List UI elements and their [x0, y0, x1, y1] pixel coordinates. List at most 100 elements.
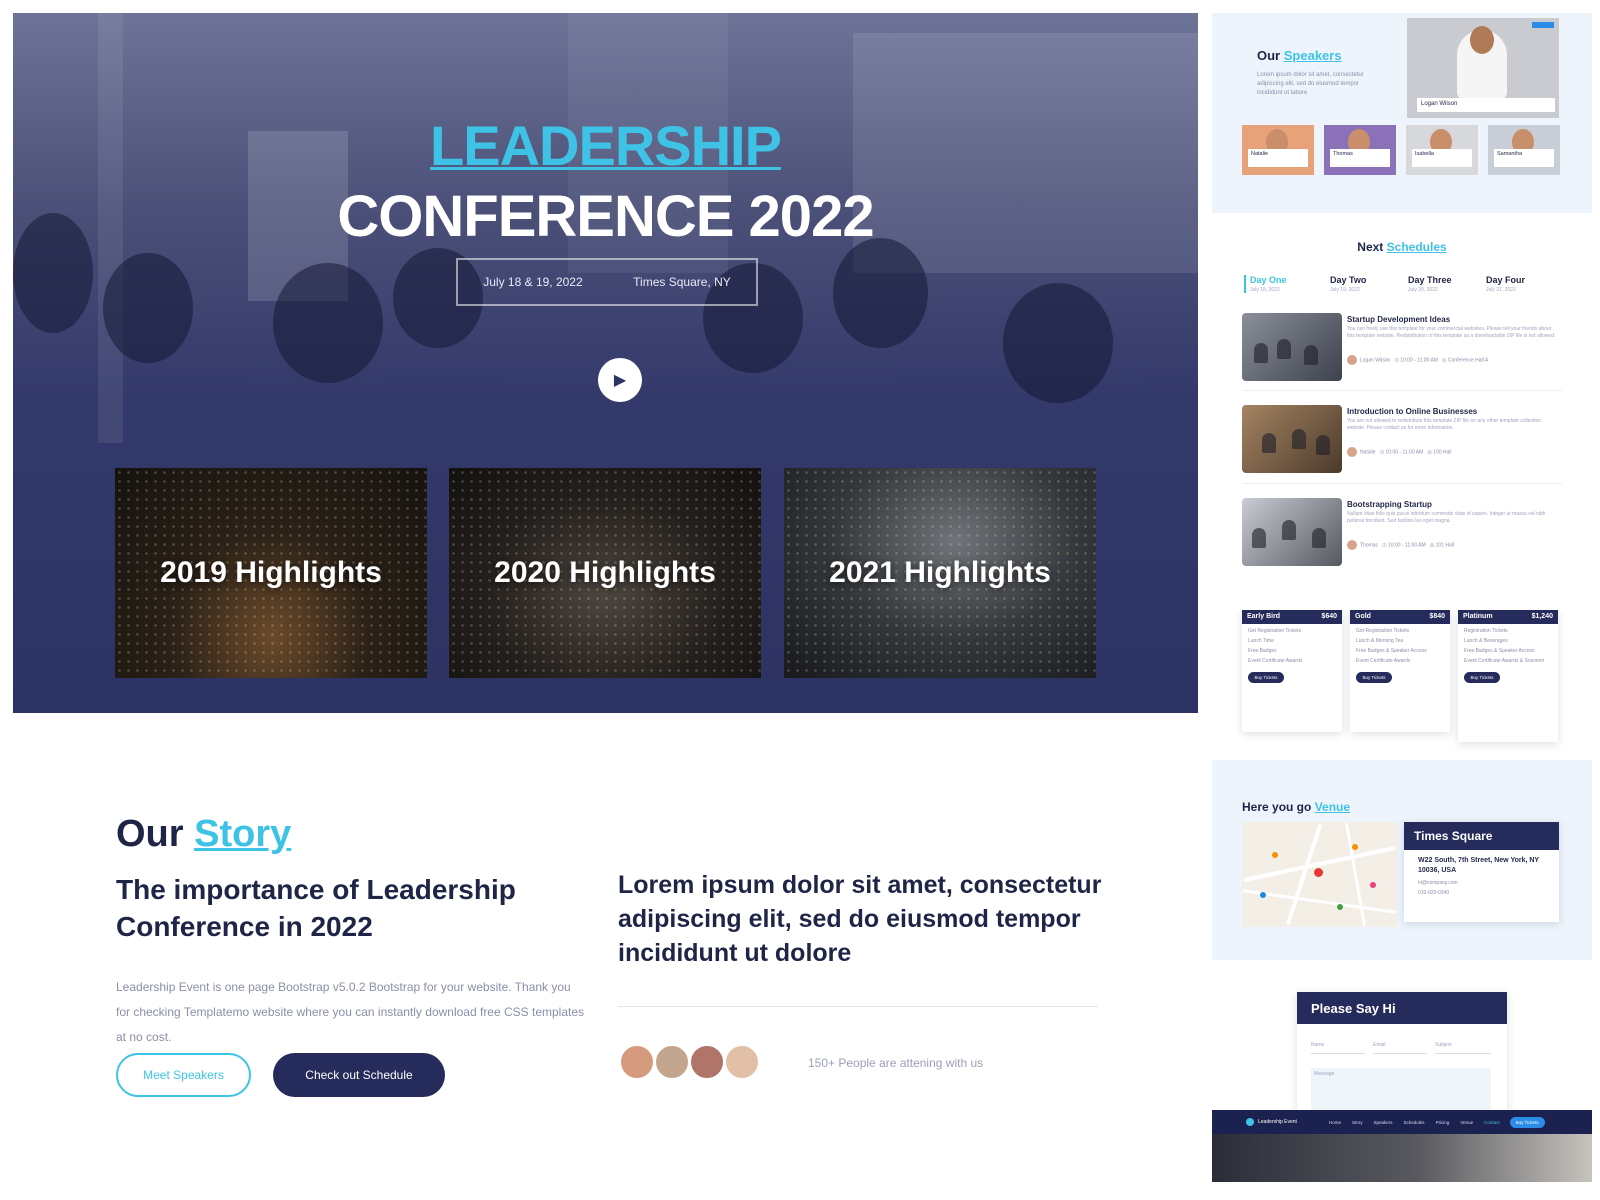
speaker-thumb[interactable]: Isabella	[1406, 125, 1478, 175]
nav-buy-tickets-button[interactable]: Buy Tickets	[1509, 1116, 1545, 1128]
name-field[interactable]: Name	[1311, 1042, 1365, 1054]
venue-phone[interactable]: 010-020-0340	[1418, 890, 1549, 896]
footer-image	[1212, 1134, 1592, 1182]
nav-link-speakers[interactable]: Speakers	[1374, 1120, 1393, 1125]
schedule-item[interactable]: Introduction to Online Businesses You ar…	[1242, 405, 1562, 475]
speaker-face	[1470, 26, 1494, 54]
message-field[interactable]: Message	[1311, 1068, 1491, 1112]
speaker-thumb[interactable]: Natalie	[1242, 125, 1314, 175]
speakers-title-prefix: Our	[1257, 48, 1281, 63]
highlight-card-2019[interactable]: 2019 Highlights	[115, 468, 427, 678]
session-speaker: Thomas	[1360, 542, 1379, 549]
pricing-header: Early Bird $640	[1242, 610, 1342, 624]
venue-map[interactable]	[1242, 822, 1397, 927]
tab-day-one[interactable]: Day One July 18, 2022	[1244, 275, 1314, 293]
story-quote: Lorem ipsum dolor sit amet, consectetur …	[618, 871, 1102, 967]
tab-label: Day One	[1250, 275, 1287, 285]
highlight-card-2020[interactable]: 2020 Highlights	[449, 468, 761, 678]
plan-feature: Lunch & Morning Tea	[1356, 638, 1404, 644]
contact-preview: Please Say Hi Name Email Subject Message…	[1212, 960, 1592, 1182]
buy-tickets-button[interactable]: Buy Tickets	[1464, 672, 1500, 683]
speaker-thumb[interactable]: Thomas	[1324, 125, 1396, 175]
subject-field[interactable]: Subject	[1435, 1042, 1491, 1054]
plan-feature: Lunch Time	[1248, 638, 1274, 644]
clock-icon: ◷	[1379, 449, 1385, 456]
logo-icon	[1246, 1118, 1254, 1126]
nav-link-story[interactable]: Story	[1352, 1120, 1363, 1125]
divider	[1242, 390, 1562, 391]
location-pin-icon	[1370, 882, 1376, 888]
tab-date: July 18, 2022	[1250, 287, 1280, 293]
clock-icon: ◷	[1394, 357, 1399, 364]
venue-name: Times Square	[1404, 822, 1559, 850]
hero-section: LEADERSHIP CONFERENCE 2022 July 18 & 19,…	[13, 13, 1198, 713]
session-photo	[1242, 313, 1342, 381]
nav-link-schedules[interactable]: Schedules	[1404, 1120, 1425, 1125]
speaker-thumb[interactable]: Samantha	[1488, 125, 1560, 175]
clock-icon: ◷	[1382, 542, 1387, 549]
schedule-item[interactable]: Bootstrapping Startup Nullam vitae felis…	[1242, 498, 1562, 568]
venue-title-accent: Venue	[1314, 800, 1351, 814]
email-field[interactable]: Email	[1373, 1042, 1427, 1054]
story-section: Our Story The importance of Leadership C…	[13, 713, 1198, 1183]
plan-feature: Free Badges	[1248, 648, 1277, 654]
plan-name: Gold	[1355, 613, 1371, 620]
venue-email[interactable]: hi@company.com	[1418, 880, 1549, 886]
session-description: You are not allowed to redistribute this…	[1347, 418, 1542, 431]
tab-date: July 19, 2022	[1330, 287, 1360, 293]
play-icon: ▶	[613, 372, 627, 389]
brand-name[interactable]: Leadership Event	[1258, 1119, 1318, 1125]
session-time: 10:00 - 11:00 AM	[1388, 542, 1426, 549]
session-meta: Thomas ◷ 10:00 - 11:00 AM ◎ 101 Hall	[1347, 540, 1454, 550]
session-description: Nullam vitae felis quis purus interdum c…	[1347, 511, 1546, 524]
meet-speakers-button[interactable]: Meet Speakers	[116, 1053, 251, 1097]
tab-day-four[interactable]: Day Four July 21, 2022	[1486, 275, 1556, 293]
attendee-count-text: 150+ People are attening with us	[808, 1056, 984, 1070]
buy-tickets-button[interactable]: Buy Tickets	[1356, 672, 1392, 683]
avatar	[618, 1043, 656, 1081]
plan-feature: Free Badges & Speaker Access	[1464, 648, 1535, 654]
schedule-title: Next Schedules	[1212, 240, 1592, 254]
plan-feature: Get Registration Tickets	[1248, 628, 1302, 634]
session-time: 10:00 - 11:00 AM	[1400, 357, 1438, 364]
venue-address: W22 South, 7th Street, New York, NY 1003…	[1418, 857, 1539, 874]
navbar: Leadership Event Home Story Speakers Sch…	[1212, 1110, 1592, 1134]
speaker-name: Samantha	[1494, 149, 1554, 167]
session-speaker: Logan Wilson	[1360, 357, 1391, 364]
audience-silhouette	[833, 238, 928, 348]
tab-day-three[interactable]: Day Three July 20, 2022	[1408, 275, 1478, 293]
story-heading-prefix: Our	[116, 813, 184, 855]
venue-card: Times Square W22 South, 7th Street, New …	[1404, 822, 1559, 922]
avatar	[1347, 447, 1357, 457]
session-time: 10:00 - 11:00 AM	[1385, 449, 1424, 456]
tab-day-two[interactable]: Day Two July 19, 2022	[1330, 275, 1400, 293]
highlight-card-2021[interactable]: 2021 Highlights	[784, 468, 1096, 678]
venue-preview: Here you go Venue Times Square W22 South…	[1212, 760, 1592, 960]
avatar	[1347, 355, 1357, 365]
plan-feature: Event Certificate Awards & Souvenir	[1464, 658, 1545, 664]
story-body-text: Leadership Event is one page Bootstrap v…	[116, 980, 585, 1044]
session-description: You can freely use this template for you…	[1347, 326, 1556, 339]
location-icon: ◎	[1427, 449, 1432, 456]
session-place: Conference Hall A	[1447, 357, 1489, 364]
audience-silhouette	[273, 263, 383, 383]
session-speaker: Natalie	[1360, 449, 1376, 456]
buy-tickets-button[interactable]: Buy Tickets	[1248, 672, 1284, 683]
featured-speaker-card[interactable]: Logan Wilson	[1407, 18, 1559, 118]
session-place: 100 Hall	[1433, 449, 1452, 456]
nav-link-home[interactable]: Home	[1329, 1120, 1341, 1125]
venue-title-prefix: Here you go	[1242, 800, 1312, 814]
nav-link-venue[interactable]: Venue	[1460, 1120, 1473, 1125]
nav-link-pricing[interactable]: Pricing	[1436, 1120, 1450, 1125]
speakers-preview: Our Speakers Lorem ipsum dolor sit amet,…	[1212, 13, 1592, 213]
nav-link-contact[interactable]: Contact	[1484, 1120, 1500, 1125]
session-title: Introduction to Online Businesses	[1347, 407, 1478, 416]
session-place: 101 Hall	[1435, 542, 1455, 549]
pricing-header: Gold $840	[1350, 610, 1450, 624]
check-schedule-button[interactable]: Check out Schedule	[273, 1053, 445, 1097]
schedule-item[interactable]: Startup Development Ideas You can freely…	[1242, 313, 1562, 383]
social-badge	[1532, 22, 1554, 28]
pricing-preview: Early Bird $640 Get Registration Tickets …	[1212, 610, 1592, 760]
play-button[interactable]: ▶	[598, 358, 642, 402]
contact-title: Please Say Hi	[1297, 992, 1507, 1024]
